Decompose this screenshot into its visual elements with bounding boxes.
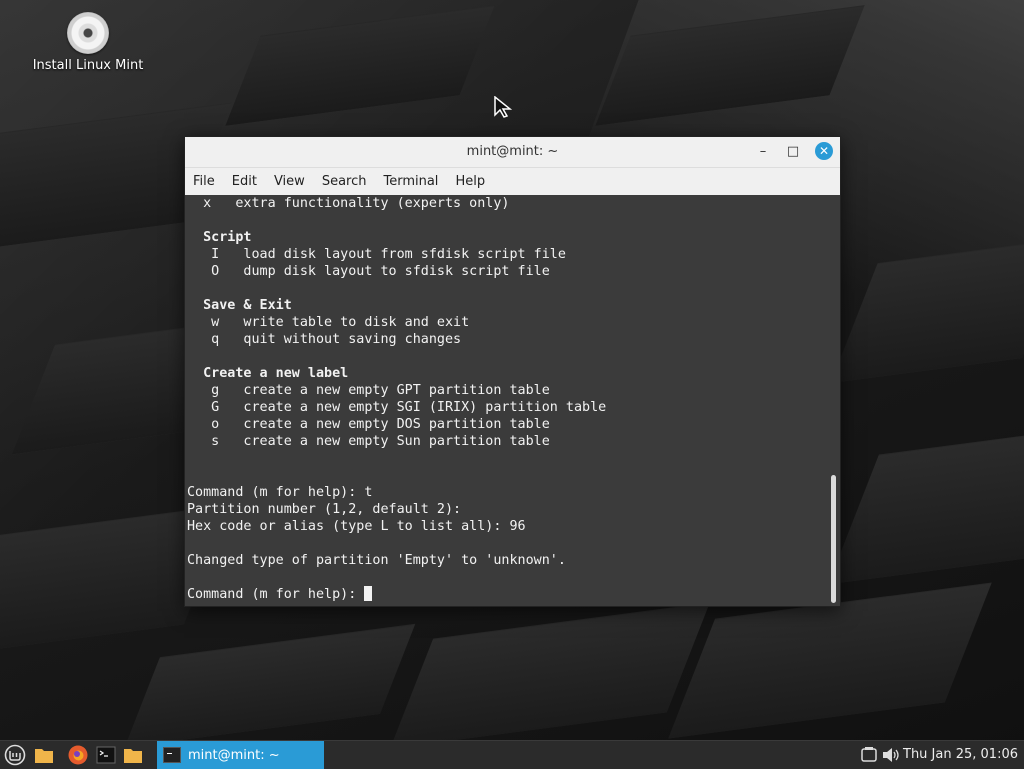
terminal-line: Hex code or alias (type L to list all): … xyxy=(187,519,526,534)
window-title: mint@mint: ~ xyxy=(466,144,559,159)
menu-search[interactable]: Search xyxy=(322,174,367,189)
terminal-scrollbar[interactable] xyxy=(828,195,840,605)
terminal-line: I load disk layout from sfdisk script fi… xyxy=(187,247,566,262)
taskbar-task-label: mint@mint: ~ xyxy=(188,747,280,763)
terminal-line: Command (m for help): t xyxy=(187,485,373,500)
install-linux-mint-desktop-icon[interactable]: Install Linux Mint xyxy=(30,10,146,73)
menu-bar: File Edit View Search Terminal Help xyxy=(185,168,840,196)
mint-menu-icon[interactable] xyxy=(4,744,26,766)
firefox-icon[interactable] xyxy=(67,744,89,766)
taskbar-terminal-task[interactable]: mint@mint: ~ xyxy=(157,741,324,769)
terminal-line: O dump disk layout to sfdisk script file xyxy=(187,264,550,279)
terminal-line: g create a new empty GPT partition table xyxy=(187,383,550,398)
terminal-line: Command (m for help): xyxy=(187,586,829,603)
terminal-line: Create a new label xyxy=(187,366,349,381)
taskbar-clock[interactable]: Thu Jan 25, 01:06 xyxy=(903,747,1018,762)
folder-icon[interactable] xyxy=(122,744,144,766)
terminal-line: G create a new empty SGI (IRIX) partitio… xyxy=(187,400,607,415)
terminal-line: o create a new empty DOS partition table xyxy=(187,417,550,432)
menu-terminal[interactable]: Terminal xyxy=(383,174,438,189)
terminal-cursor xyxy=(364,586,373,601)
terminal-line: Save & Exit xyxy=(187,298,292,313)
mouse-cursor-icon xyxy=(494,96,512,118)
terminal-output[interactable]: x extra functionality (experts only) Scr… xyxy=(185,195,829,605)
terminal-task-icon xyxy=(163,747,181,763)
terminal-icon[interactable] xyxy=(95,744,117,766)
minimize-button[interactable]: – xyxy=(753,142,773,162)
terminal-line: Script xyxy=(187,230,252,245)
terminal-line: q quit without saving changes xyxy=(187,332,462,347)
terminal-line: s create a new empty Sun partition table xyxy=(187,434,550,449)
window-titlebar[interactable]: mint@mint: ~ – □ ✕ xyxy=(185,137,840,168)
terminal-line: x extra functionality (experts only) xyxy=(187,196,510,211)
scrollbar-thumb[interactable] xyxy=(831,475,836,603)
terminal-window[interactable]: mint@mint: ~ – □ ✕ File Edit View Search… xyxy=(184,136,841,607)
terminal-line: Changed type of partition 'Empty' to 'un… xyxy=(187,553,566,568)
maximize-button[interactable]: □ xyxy=(783,142,803,162)
menu-view[interactable]: View xyxy=(274,174,305,189)
menu-help[interactable]: Help xyxy=(455,174,485,189)
menu-file[interactable]: File xyxy=(193,174,215,189)
files-icon[interactable] xyxy=(33,744,55,766)
close-button[interactable]: ✕ xyxy=(815,142,833,160)
notifications-icon[interactable] xyxy=(858,744,880,766)
disc-icon xyxy=(67,12,109,54)
volume-icon[interactable] xyxy=(880,744,902,766)
terminal-line: w write table to disk and exit xyxy=(187,315,470,330)
desktop-icon-label: Install Linux Mint xyxy=(32,58,144,73)
terminal-line: Partition number (1,2, default 2): xyxy=(187,502,462,517)
menu-edit[interactable]: Edit xyxy=(232,174,257,189)
taskbar: mint@mint: ~ Thu Jan 25, 01:06 xyxy=(0,740,1024,769)
